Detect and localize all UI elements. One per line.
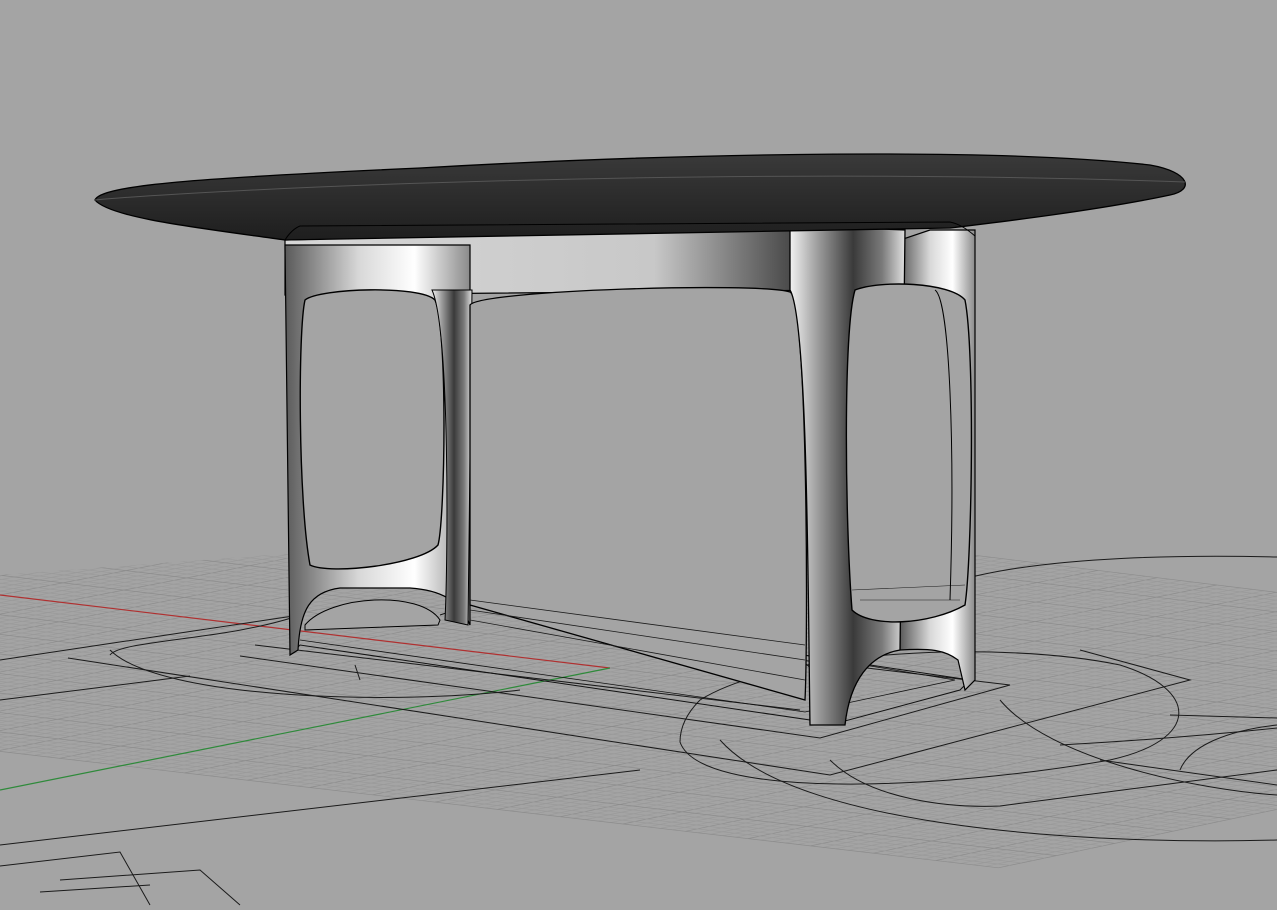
- perspective-viewport[interactable]: [0, 0, 1277, 910]
- viewport-canvas[interactable]: [0, 0, 1277, 910]
- right-end-opening: [845, 283, 973, 623]
- left-end-opening: [299, 289, 445, 570]
